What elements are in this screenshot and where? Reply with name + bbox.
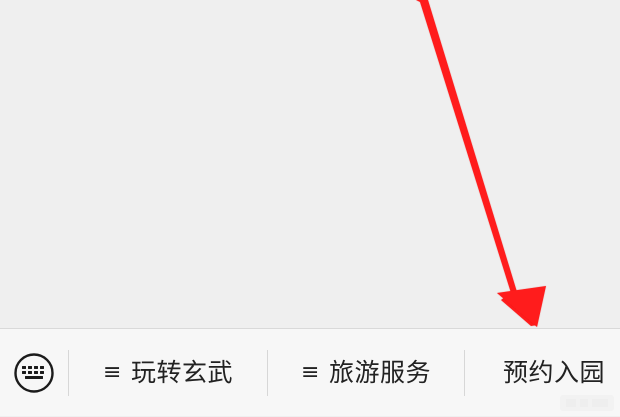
menu-lines-icon: ≡ [301, 359, 320, 385]
menu-item-label: 旅游服务 [328, 358, 431, 387]
keyboard-toggle-button[interactable] [0, 329, 68, 417]
menu-item-travel-services[interactable]: ≡ 旅游服务 [268, 329, 464, 417]
content-area [0, 0, 620, 328]
keyboard-icon [14, 352, 54, 393]
menu-item-label: 预约入园 [503, 358, 606, 387]
watermark-logo [560, 395, 614, 411]
menu-lines-icon: ≡ [103, 359, 122, 385]
bottom-menu-bar: ≡ 玩转玄武 ≡ 旅游服务 预约入园 [0, 328, 620, 416]
menu-item-play-xuanwu[interactable]: ≡ 玩转玄武 [69, 329, 267, 417]
menu-item-label: 玩转玄武 [130, 358, 233, 387]
